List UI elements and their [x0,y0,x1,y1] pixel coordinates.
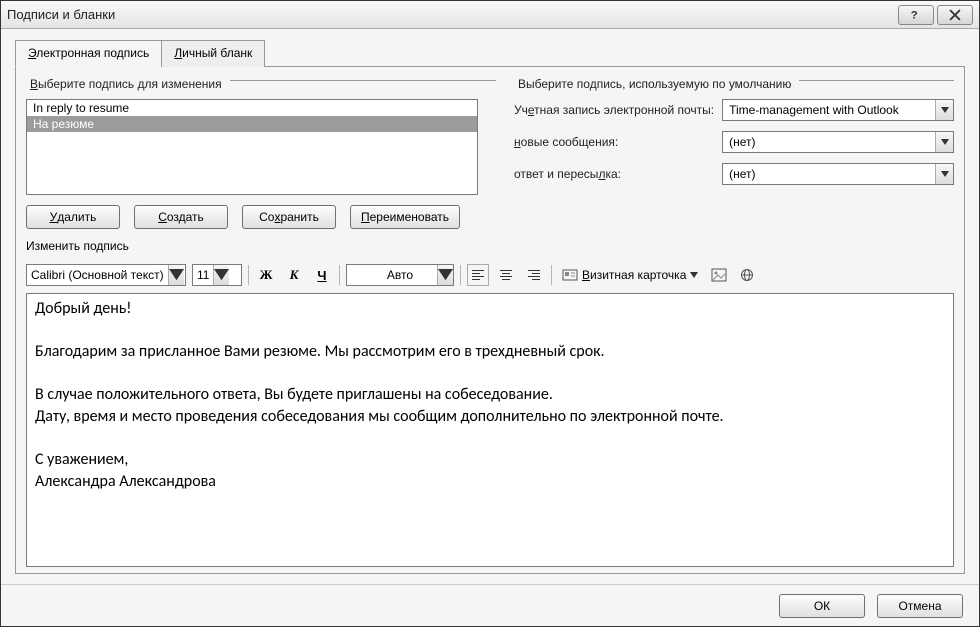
group-edit-signature: Изменить подпись Calibri (Основной текст… [26,239,954,567]
dialog-title: Подписи и бланки [7,7,895,22]
signature-item[interactable]: In reply to resume [27,100,477,116]
bold-button[interactable]: Ж [255,264,277,286]
chevron-down-icon [168,265,184,285]
tab-personal-stationery[interactable]: Личный бланк [161,40,265,67]
new-button[interactable]: Создать [134,205,228,229]
new-messages-label: новые сообщения: [514,135,714,149]
titlebar: Подписи и бланки ? [1,1,979,29]
editor-line: Александра Александрова [35,471,945,493]
font-size-combo[interactable]: 11 [192,264,242,286]
tab-electronic-signature[interactable]: Электронная подпись [15,40,162,67]
font-color-combo[interactable]: Авто [346,264,454,286]
ok-button[interactable]: ОК [779,594,865,618]
align-left-button[interactable] [467,264,489,286]
tab-panel: Выберите подпись для изменения In reply … [15,67,965,574]
chevron-down-icon [935,132,953,152]
business-card-button[interactable]: Визитная карточка [558,264,702,286]
combo-value: Авто [387,268,413,282]
close-button[interactable] [937,5,973,25]
dialog-body: Электронная подпись Личный бланк Выберит… [1,29,979,584]
insert-picture-button[interactable] [708,264,730,286]
separator [551,265,552,285]
help-button[interactable]: ? [898,5,934,25]
combo-value: (нет) [729,167,755,181]
align-center-button[interactable] [495,264,517,286]
chevron-down-icon [213,265,229,285]
separator [248,265,249,285]
reply-forward-combo[interactable]: (нет) [722,163,954,185]
editor-line: В случае положительного ответа, Вы будет… [35,384,945,406]
editor-line [35,320,945,342]
combo-value: (нет) [729,135,755,149]
editor-line: Добрый день! [35,298,945,320]
account-label: Учетная запись электронной почты: [514,103,714,117]
signature-buttons: Удалить Создать Сохранить Переименовать [26,205,496,229]
combo-value: Time-management with Outlook [729,103,899,117]
group-legend: Выберите подпись, используемую по умолча… [514,77,795,91]
combo-value: Calibri (Основной текст) [31,268,164,282]
separator [339,265,340,285]
group-select-signature: Выберите подпись для изменения In reply … [26,77,496,229]
align-right-button[interactable] [523,264,545,286]
chevron-down-icon [935,100,953,120]
signature-editor[interactable]: Добрый день! Благодарим за присланное Ва… [26,293,954,567]
underline-button[interactable]: Ч [311,264,333,286]
editor-line: Благодарим за присланное Вами резюме. Мы… [35,341,945,363]
editor-line [35,363,945,385]
account-combo[interactable]: Time-management with Outlook [722,99,954,121]
dialog-footer: ОК Отмена [1,584,979,626]
group-legend: Изменить подпись [26,239,129,253]
combo-value: 11 [197,268,209,282]
group-legend: Выберите подпись для изменения [26,77,226,91]
bcard-label: Визитная карточка [582,268,686,282]
chevron-down-icon [690,272,698,278]
cancel-button[interactable]: Отмена [877,594,963,618]
card-icon [562,268,578,282]
upper-section: Выберите подпись для изменения In reply … [26,77,954,229]
chevron-down-icon [935,164,953,184]
tab-strip: Электронная подпись Личный бланк [15,39,965,67]
svg-text:?: ? [911,9,918,21]
editor-line: Дату, время и место проведения собеседов… [35,406,945,428]
insert-hyperlink-button[interactable] [736,264,758,286]
signature-listbox[interactable]: In reply to resume На резюме [26,99,478,195]
italic-button[interactable]: К [283,264,305,286]
defaults-grid: Учетная запись электронной почты: Time-m… [514,99,954,185]
chevron-down-icon [437,265,453,285]
new-messages-combo[interactable]: (нет) [722,131,954,153]
font-name-combo[interactable]: Calibri (Основной текст) [26,264,186,286]
editor-line: С уважением, [35,449,945,471]
save-button[interactable]: Сохранить [242,205,336,229]
signature-item[interactable]: На резюме [27,116,477,132]
rename-button[interactable]: Переименовать [350,205,460,229]
dialog-signatures: Подписи и бланки ? Электронная подпись Л… [0,0,980,627]
separator [460,265,461,285]
reply-forward-label: ответ и пересылка: [514,167,714,181]
delete-button[interactable]: Удалить [26,205,120,229]
tab-label: ичный бланк [182,46,252,60]
editor-toolbar: Calibri (Основной текст) 11 Ж К Ч Авто [26,261,954,289]
editor-line [35,428,945,450]
tab-label: лектронная подпись [36,46,149,60]
group-default-signature: Выберите подпись, используемую по умолча… [514,77,954,229]
